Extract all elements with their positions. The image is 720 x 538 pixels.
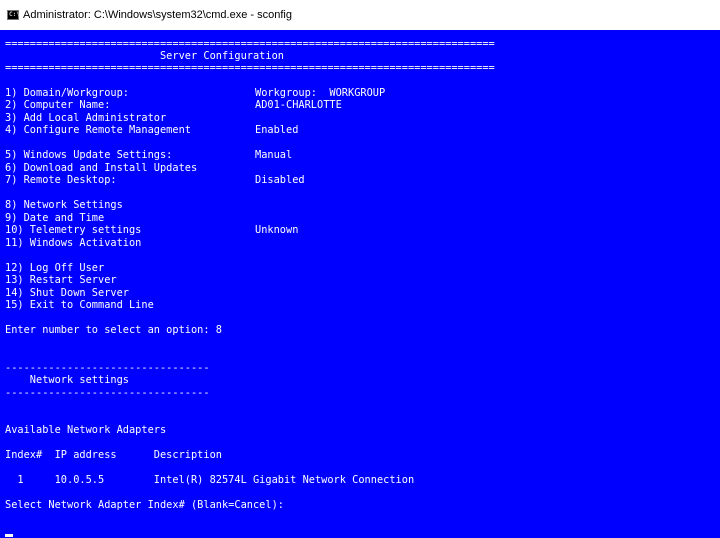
available-adapters-heading: Available Network Adapters [5,424,167,436]
menu-item-label: 4) Configure Remote Management [5,124,191,136]
menu-item-value: Manual [255,149,293,161]
menu-item-label: 9) Date and Time [5,212,105,224]
menu-item-label: 7) Remote Desktop: [5,174,117,186]
cmd-icon: C:\ [7,10,20,20]
menu-item-label: 14) Shut Down Server [5,287,129,299]
header-rule-top: ========================================… [5,38,495,50]
menu-item-label: 5) Windows Update Settings: [5,149,173,161]
menu-item-label: 15) Exit to Command Line [5,299,154,311]
menu-item-label: 3) Add Local Administrator [5,112,167,124]
menu-item-value: Workgroup: WORKGROUP [255,87,386,99]
network-rule-bottom: --------------------------------- [5,387,210,399]
header-title: Server Configuration [5,50,284,62]
menu-item-value: Disabled [255,174,305,186]
adapter-row: 1 10.0.5.5 Intel(R) 82574L Gigabit Netwo… [5,474,415,486]
menu-item-label: 12) Log Off User [5,262,105,274]
menu-item-value: Unknown [255,224,299,236]
text-cursor [5,534,13,537]
menu-item-value: AD01-CHARLOTTE [255,99,342,111]
menu-item-label: 10) Telemetry settings [5,224,142,236]
adapter-table-header: Index# IP address Description [5,449,222,461]
menu-item-label: 6) Download and Install Updates [5,162,198,174]
adapter-select-prompt: Select Network Adapter Index# (Blank=Can… [5,499,284,511]
menu-item-value: Enabled [255,124,299,136]
network-settings-title: Network settings [5,374,129,386]
menu-item-label: 11) Windows Activation [5,237,142,249]
header-rule-bottom: ========================================… [5,62,495,74]
menu-item-label: 2) Computer Name: [5,99,111,111]
menu-item-label: 8) Network Settings [5,199,123,211]
menu-item-label: 13) Restart Server [5,274,117,286]
option-prompt: Enter number to select an option: 8 [5,324,222,336]
network-rule-top: --------------------------------- [5,362,210,374]
menu-item-label: 1) Domain/Workgroup: [5,87,129,99]
window-titlebar[interactable]: C:\ Administrator: C:\Windows\system32\c… [0,0,720,30]
window-title: Administrator: C:\Windows\system32\cmd.e… [23,9,292,21]
